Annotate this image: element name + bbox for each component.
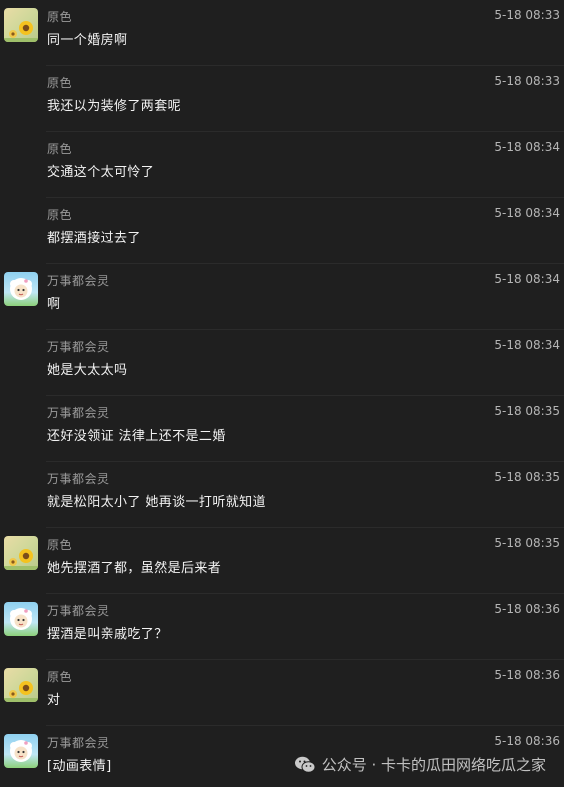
message-text[interactable]: 她先摆酒了都，虽然是后来者	[47, 557, 221, 576]
chat-message: 万事都会灵 5-18 08:34 啊	[0, 264, 564, 330]
watermark: 公众号 · 卡卡的瓜田网络吃瓜之家	[294, 754, 546, 775]
message-time: 5-18 08:34	[494, 272, 560, 286]
wechat-icon	[294, 756, 316, 773]
chat-message: 万事都会灵 5-18 08:36 摆酒是叫亲戚吃了？	[0, 594, 564, 660]
sunflower-avatar[interactable]	[4, 8, 38, 42]
sunflower-avatar[interactable]	[4, 668, 38, 702]
message-text[interactable]: 对	[47, 689, 60, 708]
sender-name: 原色	[47, 208, 73, 222]
message-text[interactable]: [动画表情]	[47, 755, 112, 774]
chat-message: 原色 5-18 08:34 交通这个太可怜了	[0, 132, 564, 198]
chat-message: 万事都会灵 5-18 08:35 就是松阳太小了 她再谈一打听就知道	[0, 462, 564, 528]
message-time: 5-18 08:35	[494, 404, 560, 418]
sender-name: 万事都会灵	[47, 736, 110, 750]
sender-name: 万事都会灵	[47, 472, 110, 486]
chat-message: 原色 5-18 08:33 同一个婚房啊	[0, 0, 564, 66]
chat-message: 万事都会灵 5-18 08:34 她是大太太吗	[0, 330, 564, 396]
sheep-avatar[interactable]	[4, 602, 38, 636]
message-time: 5-18 08:34	[494, 140, 560, 154]
message-text[interactable]: 啊	[47, 293, 60, 312]
sender-name: 原色	[47, 76, 73, 90]
sunflower-avatar[interactable]	[4, 536, 38, 570]
chat-message-list: 原色 5-18 08:33 同一个婚房啊 原色 5-18 08:33 我还以为装…	[0, 0, 564, 787]
sender-name: 万事都会灵	[47, 274, 110, 288]
message-time: 5-18 08:35	[494, 470, 560, 484]
sender-name: 原色	[47, 10, 73, 24]
message-text[interactable]: 我还以为装修了两套呢	[47, 95, 181, 114]
sender-name: 万事都会灵	[47, 340, 110, 354]
chat-message: 原色 5-18 08:33 我还以为装修了两套呢	[0, 66, 564, 132]
message-time: 5-18 08:36	[494, 602, 560, 616]
chat-message: 原色 5-18 08:35 她先摆酒了都，虽然是后来者	[0, 528, 564, 594]
sheep-avatar[interactable]	[4, 734, 38, 768]
message-time: 5-18 08:34	[494, 338, 560, 352]
sender-name: 原色	[47, 670, 73, 684]
message-text[interactable]: 交通这个太可怜了	[47, 161, 154, 180]
message-text[interactable]: 摆酒是叫亲戚吃了？	[47, 623, 168, 642]
chat-message: 万事都会灵 5-18 08:35 还好没领证 法律上还不是二婚	[0, 396, 564, 462]
message-time: 5-18 08:33	[494, 8, 560, 22]
sender-name: 万事都会灵	[47, 604, 110, 618]
watermark-text: 公众号 · 卡卡的瓜田网络吃瓜之家	[321, 756, 546, 774]
chat-message: 原色 5-18 08:36 对	[0, 660, 564, 726]
chat-message: 原色 5-18 08:34 都摆酒接过去了	[0, 198, 564, 264]
message-text[interactable]: 同一个婚房啊	[47, 29, 127, 48]
message-time: 5-18 08:33	[494, 74, 560, 88]
message-time: 5-18 08:36	[494, 734, 560, 748]
message-text[interactable]: 就是松阳太小了 她再谈一打听就知道	[47, 491, 266, 510]
sender-name: 原色	[47, 142, 73, 156]
message-text[interactable]: 都摆酒接过去了	[47, 227, 141, 246]
sender-name: 万事都会灵	[47, 406, 110, 420]
message-text[interactable]: 还好没领证 法律上还不是二婚	[47, 425, 226, 444]
message-text[interactable]: 她是大太太吗	[47, 359, 127, 378]
message-time: 5-18 08:36	[494, 668, 560, 682]
sender-name: 原色	[47, 538, 73, 552]
message-time: 5-18 08:34	[494, 206, 560, 220]
sheep-avatar[interactable]	[4, 272, 38, 306]
message-time: 5-18 08:35	[494, 536, 560, 550]
